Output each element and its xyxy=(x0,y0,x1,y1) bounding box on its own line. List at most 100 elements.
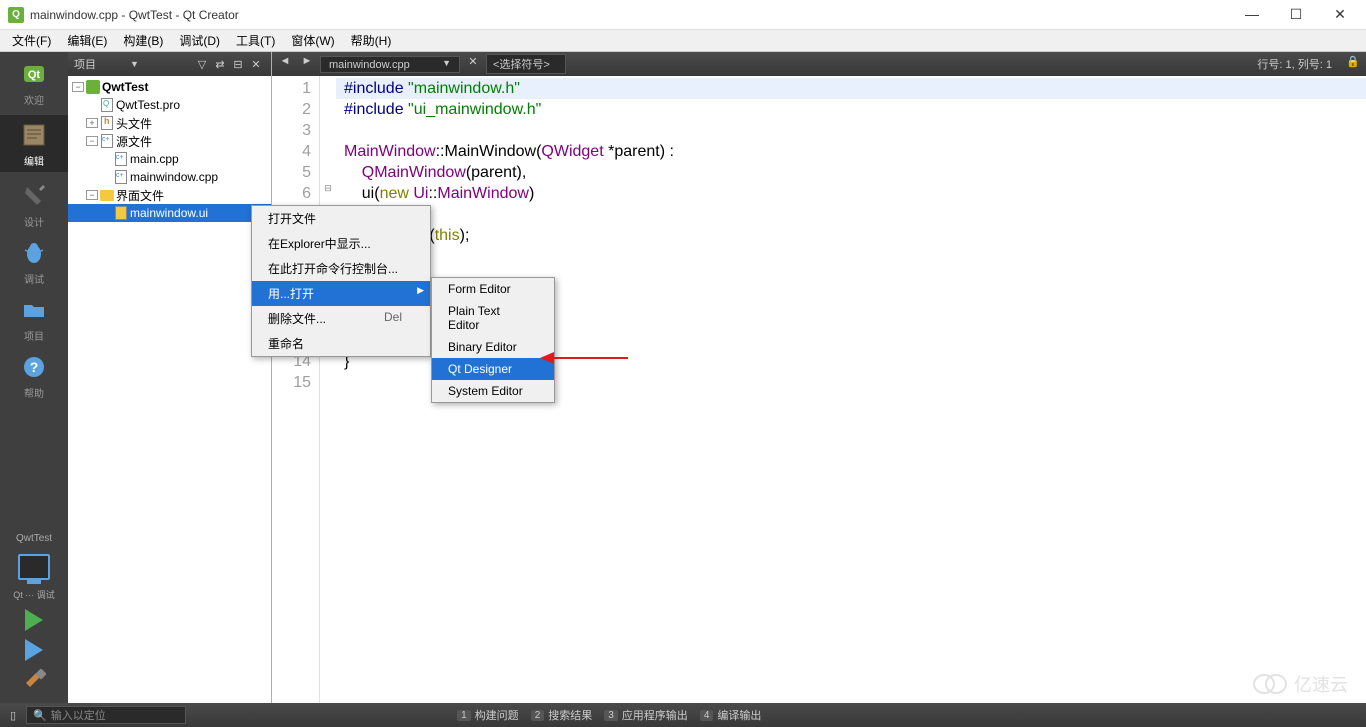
sidebar-debug[interactable]: 调试 xyxy=(18,237,50,286)
tree-main-cpp[interactable]: main.cpp xyxy=(68,150,271,168)
collapse-icon[interactable]: − xyxy=(72,82,84,92)
cursor-position: 行号: 1, 列号: 1 xyxy=(1249,56,1340,72)
tree-root-label: QwtTest xyxy=(102,80,148,94)
cm-open-with[interactable]: 用...打开▶ xyxy=(252,281,430,306)
menu-build[interactable]: 构建(B) xyxy=(115,30,171,51)
tree-mainwindow-cpp[interactable]: mainwindow.cpp xyxy=(68,168,271,186)
collapse-icon[interactable]: − xyxy=(86,136,98,146)
tree-pro-file[interactable]: QwtTest.pro xyxy=(68,96,271,114)
fold-gutter: ⊟ xyxy=(320,76,336,703)
symbol-placeholder: <选择符号> xyxy=(493,59,550,71)
expand-icon[interactable]: + xyxy=(86,118,98,128)
menu-help[interactable]: 帮助(H) xyxy=(343,30,400,51)
submenu-system-editor[interactable]: System Editor xyxy=(432,380,554,402)
locator-placeholder: 输入以定位 xyxy=(51,707,106,723)
title-bar: Q mainwindow.cpp - QwtTest - Qt Creator … xyxy=(0,0,1366,30)
debug-run-button[interactable] xyxy=(25,639,43,661)
qt-app-icon: Q xyxy=(8,7,24,23)
pro-file-icon xyxy=(101,98,113,112)
sidebar-help[interactable]: ? 帮助 xyxy=(18,351,50,400)
context-submenu-open-with: Form Editor Plain Text Editor Binary Edi… xyxy=(431,277,555,403)
menu-edit[interactable]: 编辑(E) xyxy=(59,30,115,51)
tree-forms-folder[interactable]: − 界面文件 xyxy=(68,186,271,204)
cm-show-in-explorer[interactable]: 在Explorer中显示... xyxy=(252,231,430,256)
sidebar-design[interactable]: 设计 xyxy=(18,180,50,229)
split-button[interactable]: ⊟ xyxy=(229,58,247,71)
qt-logo-icon: Qt xyxy=(20,60,48,88)
toggle-sidebar-button[interactable]: ▯ xyxy=(0,709,26,722)
forms-folder-icon xyxy=(100,190,114,201)
sidebar-welcome[interactable]: Qt 欢迎 xyxy=(18,58,50,107)
cm-open-file[interactable]: 打开文件 xyxy=(252,206,430,231)
locator-input[interactable]: 🔍 输入以定位 xyxy=(26,706,186,724)
nav-forward-button[interactable]: ► xyxy=(298,55,316,73)
submenu-qt-designer[interactable]: Qt Designer xyxy=(432,358,554,380)
monitor-icon[interactable] xyxy=(18,554,50,580)
tree-sources-label: 源文件 xyxy=(116,133,152,150)
sidebar-debug-label: 调试 xyxy=(24,271,44,286)
sidebar-design-label: 设计 xyxy=(24,214,44,229)
submenu-binary-editor[interactable]: Binary Editor xyxy=(432,336,554,358)
project-panel: 项目 ▼ ▽ ⇄ ⊟ ✕ − QwtTest QwtTest.pro + 头文件 xyxy=(68,52,272,703)
sidebar-help-label: 帮助 xyxy=(24,385,44,400)
annotation-arrow xyxy=(540,348,630,368)
sync-button[interactable]: ⇄ xyxy=(211,58,229,71)
sidebar-welcome-label: 欢迎 xyxy=(24,92,44,107)
sidebar-project[interactable]: 项目 xyxy=(18,294,50,343)
sidebar-edit-label: 编辑 xyxy=(24,153,44,168)
menu-bar: 文件(F) 编辑(E) 构建(B) 调试(D) 工具(T) 窗体(W) 帮助(H… xyxy=(0,30,1366,52)
tree-sources-folder[interactable]: − 源文件 xyxy=(68,132,271,150)
cpp-file-icon xyxy=(115,152,127,166)
nav-back-button[interactable]: ◄ xyxy=(276,55,294,73)
tree-pro-label: QwtTest.pro xyxy=(116,98,180,112)
menu-file[interactable]: 文件(F) xyxy=(4,30,59,51)
project-tree: − QwtTest QwtTest.pro + 头文件 − 源文件 main.c… xyxy=(68,76,271,703)
collapse-icon[interactable]: − xyxy=(86,190,98,200)
tree-headers-folder[interactable]: + 头文件 xyxy=(68,114,271,132)
maximize-button[interactable]: ☐ xyxy=(1286,6,1306,23)
sidebar-edit[interactable]: 编辑 xyxy=(0,115,68,172)
dropdown-icon[interactable]: ▼ xyxy=(130,59,139,69)
submenu-form-editor[interactable]: Form Editor xyxy=(432,278,554,300)
window-title: mainwindow.cpp - QwtTest - Qt Creator xyxy=(30,8,239,22)
close-file-button[interactable]: ✕ xyxy=(464,55,482,73)
kit-name: QwtTest xyxy=(16,533,52,544)
project-header-title: 项目 xyxy=(74,56,128,72)
submenu-plain-text-editor[interactable]: Plain Text Editor xyxy=(432,300,554,336)
cm-delete-file[interactable]: 删除文件...Del xyxy=(252,306,430,331)
tree-ui-label: mainwindow.ui xyxy=(130,206,208,220)
tree-headers-label: 头文件 xyxy=(116,115,152,132)
tree-mainwindow-ui[interactable]: mainwindow.ui xyxy=(68,204,271,222)
panel-app-output[interactable]: 3应用程序输出 xyxy=(604,707,688,723)
project-panel-header: 项目 ▼ ▽ ⇄ ⊟ ✕ xyxy=(68,52,271,76)
menu-debug[interactable]: 调试(D) xyxy=(171,30,228,51)
panel-search-results[interactable]: 2搜索结果 xyxy=(531,707,593,723)
close-button[interactable]: ✕ xyxy=(1330,6,1350,23)
ui-file-icon xyxy=(115,206,127,220)
watermark: 亿速云 xyxy=(1252,671,1348,697)
close-panel-button[interactable]: ✕ xyxy=(247,58,265,71)
menu-window[interactable]: 窗体(W) xyxy=(283,30,342,51)
menu-tools[interactable]: 工具(T) xyxy=(228,30,283,51)
qt-project-icon xyxy=(86,80,100,94)
cm-open-terminal[interactable]: 在此打开命令行控制台... xyxy=(252,256,430,281)
watermark-icon xyxy=(1252,673,1288,695)
filter-button[interactable]: ▽ xyxy=(193,58,211,71)
lock-button[interactable]: 🔒 xyxy=(1344,55,1362,73)
tree-root[interactable]: − QwtTest xyxy=(68,78,271,96)
minimize-button[interactable]: — xyxy=(1242,6,1262,23)
line-number-gutter: 123 456 789 101112 131415 xyxy=(272,76,320,703)
edit-icon xyxy=(21,122,47,148)
run-button[interactable] xyxy=(25,609,43,631)
window-controls: — ☐ ✕ xyxy=(1242,6,1358,23)
svg-text:?: ? xyxy=(30,359,39,375)
panel-build-issues[interactable]: 1构建问题 xyxy=(457,707,519,723)
submenu-arrow-icon: ▶ xyxy=(417,285,424,296)
target-label: Qt ··· 调试 xyxy=(13,588,55,601)
symbol-selector[interactable]: <选择符号> xyxy=(486,54,566,74)
file-selector[interactable]: mainwindow.cpp ▼ xyxy=(320,56,460,73)
build-button[interactable] xyxy=(22,669,46,693)
panel-compile-output[interactable]: 4编译输出 xyxy=(700,707,762,723)
cm-rename[interactable]: 重命名 xyxy=(252,331,430,356)
header-folder-icon xyxy=(101,116,113,130)
